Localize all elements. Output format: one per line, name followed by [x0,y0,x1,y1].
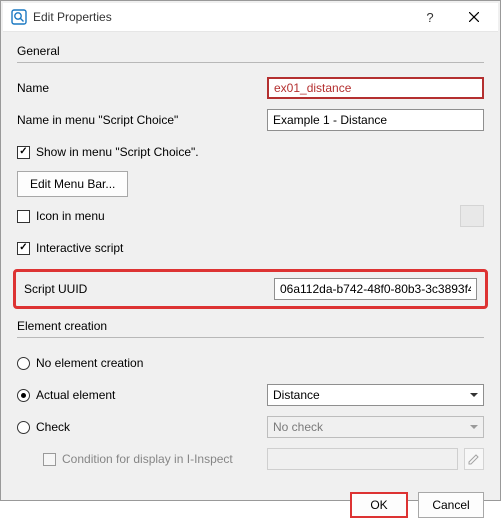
uuid-label: Script UUID [24,282,264,296]
edit-properties-dialog: Edit Properties ? General Name Name in m… [0,0,501,501]
interactive-script-label: Interactive script [36,241,123,255]
help-button[interactable]: ? [408,3,452,31]
no-element-radio[interactable] [17,357,30,370]
dialog-body: General Name Name in menu "Script Choice… [3,32,498,482]
no-element-label: No element creation [36,356,143,370]
general-header: General [17,44,484,63]
menu-name-input[interactable] [267,109,484,131]
chevron-down-icon [470,393,478,397]
actual-element-select[interactable]: Distance [267,384,484,406]
check-select: No check [267,416,484,438]
condition-checkbox [43,453,56,466]
edit-condition-button [464,448,484,470]
element-header: Element creation [17,319,484,338]
edit-menu-bar-button[interactable]: Edit Menu Bar... [17,171,128,197]
icon-in-menu-label: Icon in menu [36,209,105,223]
uuid-input[interactable] [274,278,477,300]
uuid-highlight: Script UUID [13,269,488,309]
cancel-button[interactable]: Cancel [418,492,484,518]
title-bar: Edit Properties ? [3,3,498,32]
chevron-down-icon [470,425,478,429]
condition-input [267,448,458,470]
app-icon [11,9,27,25]
actual-element-radio[interactable] [17,389,30,402]
ok-button[interactable]: OK [350,492,408,518]
show-in-menu-label: Show in menu "Script Choice". [36,145,199,159]
condition-label: Condition for display in I-Inspect [62,452,233,466]
check-label: Check [36,420,70,434]
interactive-script-checkbox[interactable] [17,242,30,255]
actual-element-value: Distance [273,388,320,402]
show-in-menu-checkbox[interactable] [17,146,30,159]
check-radio[interactable] [17,421,30,434]
actual-element-label: Actual element [36,388,115,402]
icon-preview [460,205,484,227]
name-input[interactable] [267,77,484,99]
menu-name-label: Name in menu "Script Choice" [17,113,257,127]
check-value: No check [273,420,323,434]
title-text: Edit Properties [33,10,408,24]
icon-in-menu-checkbox[interactable] [17,210,30,223]
close-button[interactable] [452,3,496,31]
name-label: Name [17,81,257,95]
dialog-footer: OK Cancel [3,482,498,530]
